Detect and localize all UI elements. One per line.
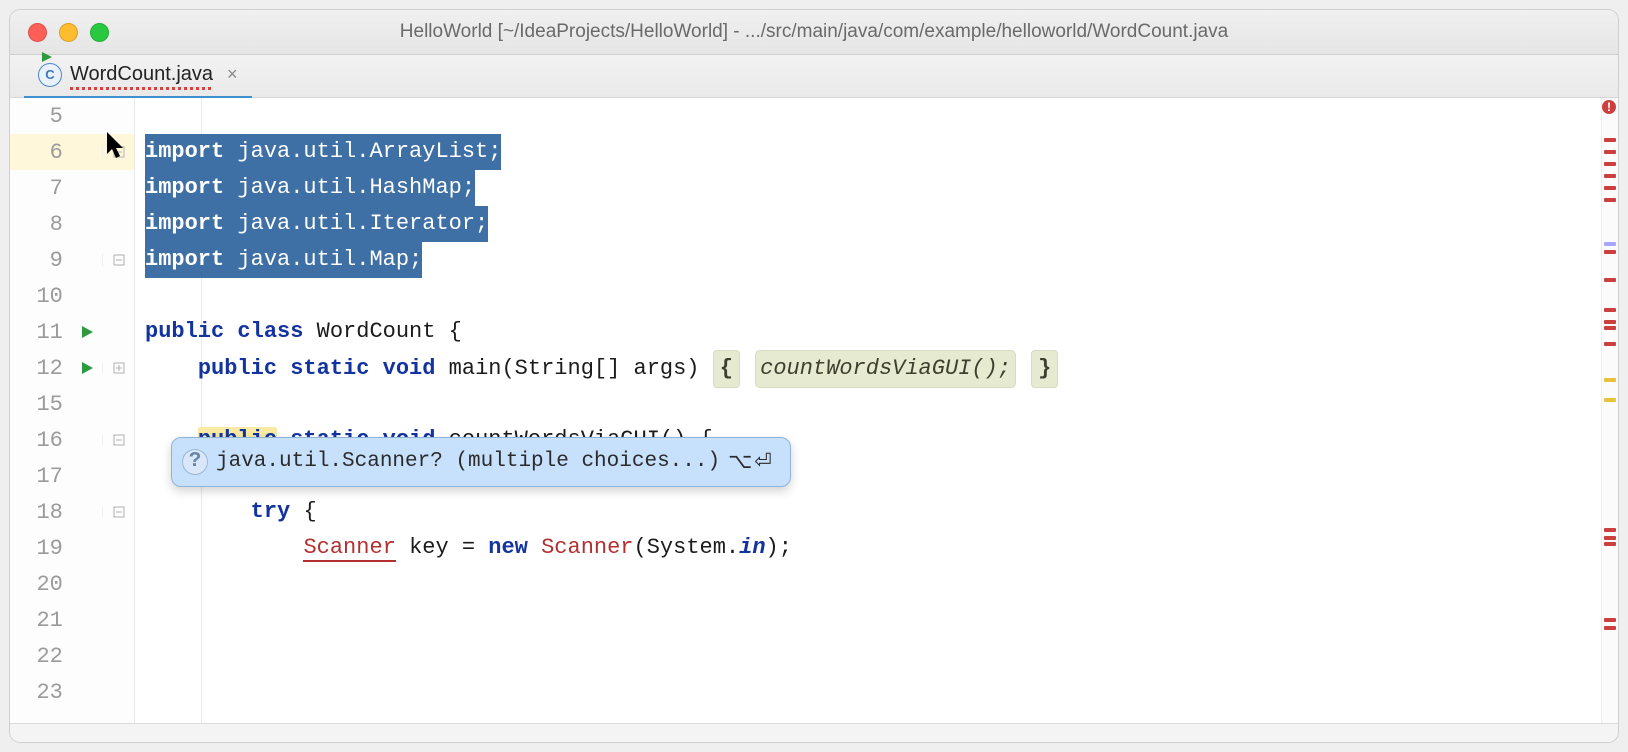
line-number: 22 — [10, 644, 73, 669]
stripe-marker[interactable] — [1604, 320, 1616, 324]
line-number: 23 — [10, 680, 73, 705]
stripe-marker[interactable] — [1604, 162, 1616, 166]
line-number: 17 — [10, 464, 73, 489]
fold-toggle[interactable] — [102, 506, 134, 518]
line-number: 19 — [10, 536, 73, 561]
maximize-window-button[interactable] — [90, 23, 109, 42]
stripe-marker[interactable] — [1604, 626, 1616, 630]
stripe-marker[interactable] — [1604, 342, 1616, 346]
code-row — [135, 278, 1618, 314]
stripe-marker[interactable] — [1604, 138, 1616, 142]
stripe-marker[interactable] — [1604, 174, 1616, 178]
line-number: 21 — [10, 608, 73, 633]
stripe-marker[interactable] — [1604, 326, 1616, 330]
mouse-cursor-icon — [107, 132, 127, 160]
tab-name: WordCount.java — [70, 63, 213, 86]
question-icon: ? — [182, 449, 208, 475]
error-squiggle-icon — [70, 87, 213, 90]
code-row: import java.util.Map; — [135, 242, 1618, 278]
window-controls — [28, 23, 109, 42]
stripe-marker[interactable] — [1604, 378, 1616, 382]
code-row — [135, 638, 1618, 674]
fold-toggle[interactable] — [102, 254, 134, 266]
code-row: Scanner key = new Scanner(System.in); — [135, 530, 1618, 566]
close-window-button[interactable] — [28, 23, 47, 42]
run-gutter-icon[interactable] — [73, 361, 102, 375]
stripe-marker[interactable] — [1604, 242, 1616, 246]
line-number: 9 — [10, 248, 73, 273]
stripe-marker[interactable] — [1604, 528, 1616, 532]
fold-expand-icon[interactable] — [102, 362, 134, 374]
code-row — [135, 602, 1618, 638]
stripe-marker[interactable] — [1604, 542, 1616, 546]
stripe-marker[interactable] — [1604, 536, 1616, 540]
code-row: try { — [135, 494, 1618, 530]
line-number: 20 — [10, 572, 73, 597]
line-number: 16 — [10, 428, 73, 453]
line-number: 5 — [10, 104, 73, 129]
status-bar — [10, 723, 1618, 742]
line-number: 7 — [10, 176, 73, 201]
stripe-marker[interactable] — [1604, 618, 1616, 622]
titlebar[interactable]: HelloWorld [~/IdeaProjects/HelloWorld] -… — [10, 10, 1618, 55]
hint-shortcut: ⌥⏎ — [728, 444, 774, 480]
hint-text: java.util.Scanner? (multiple choices...) — [216, 444, 720, 480]
editor[interactable]: 5 6 7 8 9 10 11 — [10, 98, 1618, 723]
line-number: 12 — [10, 356, 73, 381]
code-row: public static void main(String[] args) {… — [135, 350, 1618, 386]
stripe-marker[interactable] — [1604, 186, 1616, 190]
code-row — [135, 98, 1618, 134]
stripe-marker[interactable] — [1604, 150, 1616, 154]
import-hint-popup[interactable]: ? java.util.Scanner? (multiple choices..… — [171, 437, 791, 487]
window-title: HelloWorld [~/IdeaProjects/HelloWorld] -… — [10, 21, 1618, 43]
error-summary-icon[interactable]: ! — [1602, 100, 1616, 114]
code-row: public class WordCount { — [135, 314, 1618, 350]
stripe-marker[interactable] — [1604, 398, 1616, 402]
stripe-marker[interactable] — [1604, 308, 1616, 312]
stripe-marker[interactable] — [1604, 198, 1616, 202]
ide-window: HelloWorld [~/IdeaProjects/HelloWorld] -… — [10, 10, 1618, 742]
code-row: import java.util.ArrayList; — [135, 134, 1618, 170]
code-row: import java.util.HashMap; — [135, 170, 1618, 206]
tab-wordcount[interactable]: C WordCount.java × — [24, 54, 252, 99]
editor-tabs-bar: C WordCount.java × — [10, 55, 1618, 98]
line-number: 11 — [10, 320, 73, 345]
code-row — [135, 674, 1618, 710]
line-number: 18 — [10, 500, 73, 525]
fold-toggle[interactable] — [102, 434, 134, 446]
run-gutter-icon[interactable] — [73, 325, 102, 339]
stripe-marker[interactable] — [1604, 250, 1616, 254]
stripe-marker[interactable] — [1604, 278, 1616, 282]
error-stripe[interactable]: ! — [1601, 98, 1618, 723]
code-row: import java.util.Iterator; — [135, 206, 1618, 242]
minimize-window-button[interactable] — [59, 23, 78, 42]
gutter[interactable]: 5 6 7 8 9 10 11 — [10, 98, 135, 723]
line-number: 10 — [10, 284, 73, 309]
line-number: 15 — [10, 392, 73, 417]
tab-close-button[interactable]: × — [227, 64, 238, 85]
code-area[interactable]: import java.util.ArrayList; import java.… — [135, 98, 1618, 723]
code-row — [135, 566, 1618, 602]
line-number: 8 — [10, 212, 73, 237]
code-row — [135, 386, 1618, 422]
line-number: 6 — [10, 140, 73, 165]
java-class-icon: C — [38, 63, 62, 87]
